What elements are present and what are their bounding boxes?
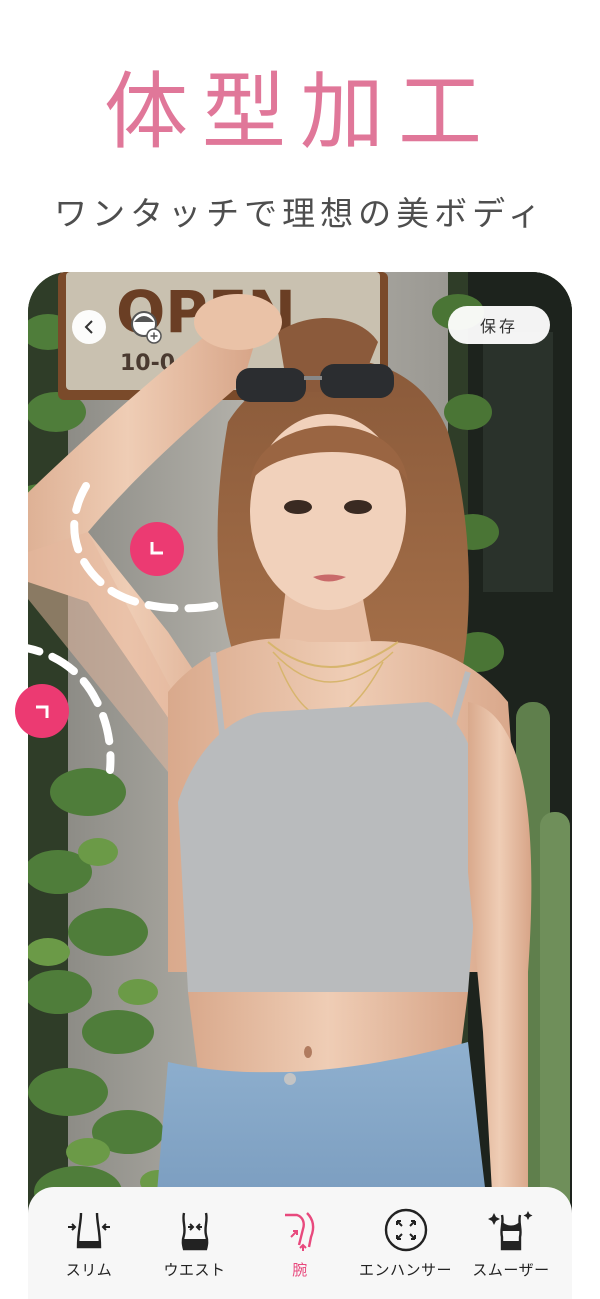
- photo-illustration: OPEN 10-0: [28, 272, 572, 1299]
- tool-smoother[interactable]: スムーザー: [460, 1187, 562, 1299]
- chevron-left-icon: [84, 320, 93, 334]
- save-button[interactable]: 保存: [448, 306, 550, 344]
- corner-down-right-icon: [150, 542, 163, 555]
- body-tools-toolbar: スリム ウエスト 腕 エンハンサー スムーザー: [28, 1187, 572, 1299]
- arm-adjust-marker-lower[interactable]: [15, 684, 69, 738]
- tool-arm-label: 腕: [292, 1261, 308, 1279]
- tool-waist[interactable]: ウエスト: [144, 1187, 246, 1299]
- tool-smoother-label: スムーザー: [472, 1261, 550, 1279]
- tool-enhancer[interactable]: エンハンサー: [355, 1187, 457, 1299]
- tool-slim-label: スリム: [65, 1261, 113, 1279]
- face-select-button[interactable]: [128, 308, 162, 346]
- face-add-icon: [131, 311, 162, 344]
- enhancer-icon: [384, 1208, 427, 1252]
- tool-slim[interactable]: スリム: [38, 1187, 140, 1299]
- smoother-icon: [488, 1211, 533, 1251]
- arm-icon: [285, 1212, 315, 1251]
- tool-waist-label: ウエスト: [163, 1261, 226, 1279]
- tool-arm[interactable]: 腕: [249, 1187, 351, 1299]
- slim-body-icon: [68, 1212, 110, 1249]
- promo-subline: ワンタッチで理想の美ボディ: [54, 194, 546, 233]
- promo-headline: 体型加工: [103, 63, 496, 161]
- photo-canvas[interactable]: OPEN 10-0: [28, 272, 572, 1299]
- corner-up-left-icon: [36, 705, 49, 718]
- back-button[interactable]: [72, 310, 106, 344]
- waist-icon: [181, 1212, 208, 1251]
- arm-adjust-marker-upper[interactable]: [130, 522, 184, 576]
- tool-enhancer-label: エンハンサー: [358, 1261, 452, 1279]
